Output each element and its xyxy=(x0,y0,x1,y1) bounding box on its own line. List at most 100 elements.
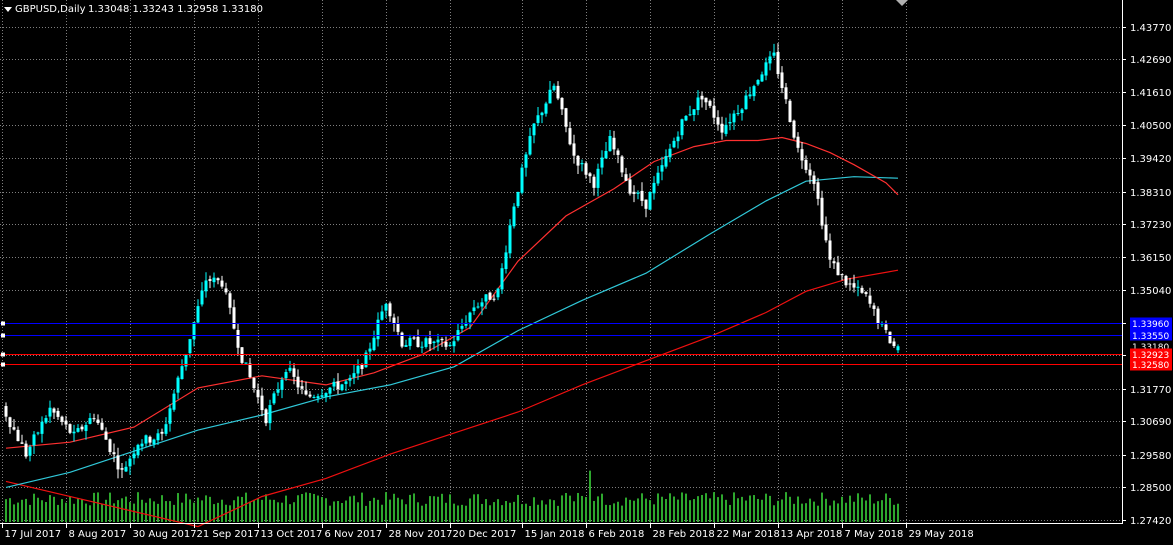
candle-body xyxy=(528,136,532,155)
candle-body xyxy=(876,308,880,324)
candle-body xyxy=(812,175,816,184)
candle-body xyxy=(896,346,900,351)
candle-body xyxy=(504,252,508,270)
candle-body xyxy=(376,319,380,340)
candle-body xyxy=(452,341,456,347)
candle-body xyxy=(468,312,472,323)
candle-body xyxy=(864,292,868,295)
candle-body xyxy=(808,169,812,176)
candle-body xyxy=(788,100,792,123)
candle-body xyxy=(564,108,568,127)
candle-body xyxy=(128,458,132,467)
candle-body xyxy=(660,165,664,172)
candle-body xyxy=(476,306,480,308)
candle-body xyxy=(680,119,684,136)
candle-body xyxy=(152,439,156,445)
candle-body xyxy=(884,324,888,330)
candle-body xyxy=(524,154,528,168)
candle-body xyxy=(736,113,740,115)
candle-body xyxy=(684,115,688,121)
candle-body xyxy=(580,163,584,165)
candle-body xyxy=(44,418,48,423)
candle-body xyxy=(512,206,516,227)
candle-body xyxy=(352,373,356,378)
candle-body xyxy=(292,368,296,377)
candle-body xyxy=(304,390,308,395)
candle-body xyxy=(344,381,348,384)
candle-body xyxy=(676,136,680,142)
price-tick-label: 1.29580 xyxy=(1130,451,1171,462)
candle-body xyxy=(872,305,876,309)
candle-body xyxy=(892,341,896,347)
price-chart[interactable]: 1.43770 1.42690 1.41610 1.40500 1.39420 1.383… xyxy=(0,0,1173,545)
candle-body xyxy=(340,384,344,391)
candle-body xyxy=(200,290,204,305)
candle-body xyxy=(572,143,576,156)
candle-body xyxy=(840,274,844,276)
candle-body xyxy=(328,387,332,394)
candle-body xyxy=(68,424,72,433)
candle-body xyxy=(568,128,572,145)
price-tag-text: 1.32580 xyxy=(1132,361,1169,371)
candle-body xyxy=(264,409,268,424)
candle-body xyxy=(156,433,160,441)
candle-body xyxy=(216,278,220,281)
price-tick-label: 1.30690 xyxy=(1130,417,1171,428)
candle-body xyxy=(336,381,340,390)
candle-body xyxy=(656,172,660,184)
candle-body xyxy=(36,432,40,434)
ohlc-values: 1.33048 1.33243 1.32958 1.33180 xyxy=(88,4,263,15)
candle-body xyxy=(448,344,452,346)
candle-body xyxy=(284,372,288,379)
time-tick-label: 20 Dec 2017 xyxy=(453,529,517,540)
candle-body xyxy=(396,323,400,332)
candle-body xyxy=(404,345,408,347)
candle-body xyxy=(400,332,404,347)
candle-body xyxy=(288,367,292,371)
candle-body xyxy=(428,338,432,345)
candle-body xyxy=(84,425,88,431)
candle-body xyxy=(272,393,276,404)
candle-body xyxy=(72,431,76,434)
candle-body xyxy=(228,293,232,308)
candle-body xyxy=(720,123,724,133)
candle-body xyxy=(392,317,396,324)
candle-body xyxy=(460,325,464,329)
candle-body xyxy=(320,395,324,397)
candle-body xyxy=(100,422,104,430)
candle-body xyxy=(436,339,440,343)
price-tick-label: 1.40500 xyxy=(1130,121,1171,132)
candle-body xyxy=(828,240,832,260)
candle-body xyxy=(420,346,424,348)
candle-body xyxy=(276,389,280,393)
candle-body xyxy=(800,149,804,161)
candle-body xyxy=(256,389,260,398)
candle-body xyxy=(28,446,32,456)
candle-body xyxy=(492,298,496,300)
candle-body xyxy=(92,418,96,420)
candle-body xyxy=(316,396,320,399)
candle-body xyxy=(536,115,540,123)
candle-body xyxy=(24,443,28,457)
candle-body xyxy=(172,393,176,410)
candle-body xyxy=(612,137,616,150)
price-tick-label: 1.37230 xyxy=(1130,220,1171,231)
candle-body xyxy=(224,288,228,293)
candle-body xyxy=(440,338,444,341)
candle-body xyxy=(136,444,140,456)
price-tick-label: 1.36150 xyxy=(1130,253,1171,264)
time-tick-label: 28 Nov 2017 xyxy=(389,529,453,540)
candle-body xyxy=(696,97,700,111)
candle-body xyxy=(308,394,312,397)
candle-body xyxy=(792,120,796,138)
candle-body xyxy=(632,191,636,194)
candle-body xyxy=(312,396,316,398)
time-tick-label: 13 Apr 2018 xyxy=(781,529,843,540)
candle-body xyxy=(412,337,416,339)
candle-body xyxy=(548,89,552,104)
candle-body xyxy=(160,431,164,434)
candle-body xyxy=(860,287,864,293)
candle-body xyxy=(532,123,536,136)
candle-body xyxy=(408,337,412,347)
price-tick-label: 1.42690 xyxy=(1130,55,1171,66)
